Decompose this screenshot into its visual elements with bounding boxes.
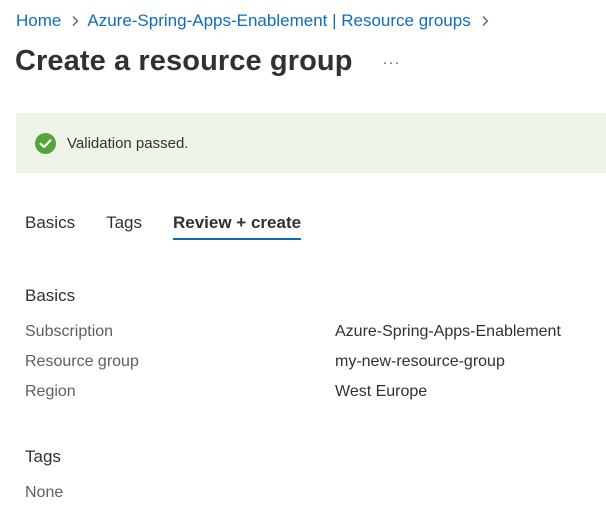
region-label: Region <box>25 383 76 400</box>
tab-tags[interactable]: Tags <box>106 208 142 244</box>
subscription-label: Subscription <box>25 323 114 340</box>
basics-section-heading: Basics <box>25 286 76 305</box>
more-actions-button[interactable]: ··· <box>383 53 401 70</box>
resource-group-label: Resource group <box>25 353 139 370</box>
breadcrumb-home-link[interactable]: Home <box>16 11 61 31</box>
tab-list: Basics Tags Review + create <box>25 208 332 244</box>
page-title: Create a resource group <box>15 44 353 77</box>
region-value: West Europe <box>335 383 428 400</box>
validation-message: Validation passed. <box>67 134 189 152</box>
tags-section-heading: Tags <box>25 447 61 466</box>
title-row: Create a resource group ··· <box>15 41 401 81</box>
tab-basics[interactable]: Basics <box>25 208 75 244</box>
resource-group-value: my-new-resource-group <box>335 353 505 370</box>
tab-review-create[interactable]: Review + create <box>173 208 302 244</box>
breadcrumb-resource-groups-link[interactable]: Azure-Spring-Apps-Enablement | Resource … <box>87 11 470 31</box>
create-resource-group-page: Home Azure-Spring-Apps-Enablement | Reso… <box>0 0 606 530</box>
tags-value: None <box>25 484 64 501</box>
chevron-right-icon <box>474 10 496 32</box>
check-circle-icon <box>35 132 56 154</box>
subscription-value: Azure-Spring-Apps-Enablement <box>335 323 561 340</box>
breadcrumb: Home Azure-Spring-Apps-Enablement | Reso… <box>16 9 497 33</box>
chevron-right-icon <box>64 10 86 32</box>
validation-banner: Validation passed. <box>16 113 606 173</box>
